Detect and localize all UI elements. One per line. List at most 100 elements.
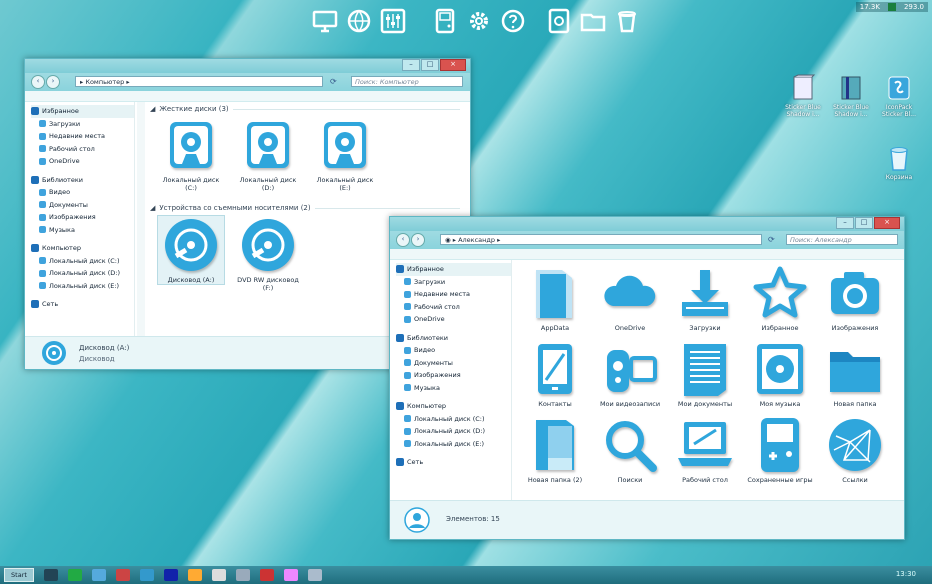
folder-item[interactable]: Новая папка	[822, 340, 888, 408]
nav-item[interactable]: OneDrive	[31, 155, 134, 168]
folder-item[interactable]: Рабочий стол	[672, 416, 738, 484]
nav-item[interactable]: OneDrive	[396, 313, 511, 326]
start-button[interactable]: Start	[4, 568, 34, 582]
nav-item[interactable]: Документы	[31, 199, 134, 212]
forward-button[interactable]: ›	[411, 233, 425, 247]
drive-icon[interactable]	[546, 8, 572, 34]
taskbar-app-icon[interactable]	[236, 569, 250, 581]
folder-item[interactable]: Изображения	[822, 264, 888, 332]
folder-item[interactable]: Контакты	[522, 340, 588, 408]
nav-item[interactable]: Библиотеки	[31, 174, 134, 187]
trash-icon[interactable]	[614, 8, 640, 34]
window-titlebar[interactable]: – □ ×	[25, 59, 470, 73]
taskbar-app-icon[interactable]	[92, 569, 106, 581]
desktop-icon-sticker-2[interactable]: Sticker Blue Shadow i...	[829, 74, 873, 118]
monitor-icon[interactable]	[312, 8, 338, 34]
nav-item[interactable]: Рабочий стол	[31, 143, 134, 156]
nav-item[interactable]: Изображения	[396, 369, 511, 382]
user-folder-window[interactable]: – □ × ‹ › ◉ ▸ Александр ▸ ⟳ Поиск: Алекс…	[389, 216, 905, 540]
nav-item[interactable]: Музыка	[396, 382, 511, 395]
folder-item[interactable]: Избранное	[747, 264, 813, 332]
folder-item[interactable]: AppData	[522, 264, 588, 332]
desktop-icon-iconpack[interactable]: IconPack Sticker Bl...	[877, 74, 921, 118]
folder-item[interactable]: Поиски	[597, 416, 663, 484]
floppy-drive-tile[interactable]: Дисковод (A:)	[157, 215, 225, 285]
nav-item[interactable]: Загрузки	[31, 118, 134, 131]
nav-item[interactable]: Изображения	[31, 211, 134, 224]
taskbar-app-icon[interactable]	[212, 569, 226, 581]
taskbar-app-icon[interactable]	[308, 569, 322, 581]
nav-item[interactable]: Локальный диск (C:)	[396, 413, 511, 426]
folder-item[interactable]: Моя музыка	[747, 340, 813, 408]
folder-icon[interactable]	[580, 8, 606, 34]
nav-item[interactable]: Локальный диск (E:)	[31, 280, 134, 293]
nav-item[interactable]: Рабочий стол	[396, 301, 511, 314]
gameboy-icon[interactable]	[432, 8, 458, 34]
group-header-removable[interactable]: ◢ Устройства со съемными носителями (2)	[150, 204, 460, 212]
close-button[interactable]: ×	[440, 59, 466, 71]
nav-item[interactable]: Недавние места	[31, 130, 134, 143]
search-input[interactable]: Поиск: Компьютер	[351, 76, 463, 87]
nav-scrollbar[interactable]	[137, 102, 145, 337]
nav-item[interactable]: Сеть	[396, 456, 511, 469]
folder-item[interactable]: OneDrive	[597, 264, 663, 332]
nav-item[interactable]: Избранное	[396, 263, 511, 276]
nav-item[interactable]: Видео	[396, 344, 511, 357]
desktop-icon-sticker-1[interactable]: Sticker Blue Shadow i...	[781, 74, 825, 118]
folder-item[interactable]: Новая папка (2)	[522, 416, 588, 484]
nav-item[interactable]: Избранное	[31, 105, 134, 118]
globe-icon[interactable]	[346, 8, 372, 34]
taskbar-app-icon[interactable]	[188, 569, 202, 581]
refresh-button[interactable]: ⟳	[330, 76, 340, 87]
nav-item[interactable]: Библиотеки	[396, 332, 511, 345]
folder-item[interactable]: Мои видеозаписи	[597, 340, 663, 408]
back-button[interactable]: ‹	[31, 75, 45, 89]
nav-item[interactable]: Компьютер	[31, 242, 134, 255]
folder-item[interactable]: Мои документы	[672, 340, 738, 408]
taskbar-app-icon[interactable]	[284, 569, 298, 581]
folder-item[interactable]: Сохраненные игры	[747, 416, 813, 484]
dvd-drive-tile[interactable]: DVD RW дисковод (F:)	[235, 216, 301, 292]
details-type: Дисковод	[79, 355, 115, 363]
settings-gear-icon[interactable]	[466, 8, 492, 34]
local-disk-tile[interactable]: Локальный диск (D:)	[235, 116, 301, 192]
folder-item[interactable]: Ссылки	[822, 416, 888, 484]
taskbar-app-icon[interactable]	[164, 569, 178, 581]
nav-item[interactable]: Локальный диск (D:)	[31, 267, 134, 280]
close-button[interactable]: ×	[874, 217, 900, 229]
taskbar-app-icon[interactable]	[44, 569, 58, 581]
nav-item[interactable]: Недавние места	[396, 288, 511, 301]
nav-item[interactable]: Локальный диск (C:)	[31, 255, 134, 268]
search-input[interactable]: Поиск: Александр	[786, 234, 898, 245]
refresh-button[interactable]: ⟳	[768, 234, 778, 245]
window-titlebar[interactable]: – □ ×	[390, 217, 904, 231]
nav-item[interactable]: Загрузки	[396, 276, 511, 289]
address-bar[interactable]: ◉ ▸ Александр ▸	[440, 234, 762, 245]
nav-item-label: Сеть	[42, 300, 59, 309]
minimize-button[interactable]: –	[402, 59, 420, 71]
folder-item[interactable]: Загрузки	[672, 264, 738, 332]
nav-item[interactable]: Видео	[31, 186, 134, 199]
taskbar-app-icon[interactable]	[140, 569, 154, 581]
address-bar[interactable]: ▸ Компьютер ▸	[75, 76, 323, 87]
nav-item[interactable]: Сеть	[31, 298, 134, 311]
taskbar-app-icon[interactable]	[68, 569, 82, 581]
taskbar-app-icon[interactable]	[116, 569, 130, 581]
nav-item[interactable]: Документы	[396, 357, 511, 370]
help-icon[interactable]	[500, 8, 526, 34]
group-header-hdd[interactable]: ◢ Жесткие диски (3)	[150, 105, 460, 113]
local-disk-tile[interactable]: Локальный диск (E:)	[312, 116, 378, 192]
desktop-icon-recycle-bin[interactable]: Корзина	[877, 144, 921, 181]
equalizer-icon[interactable]	[380, 8, 406, 34]
minimize-button[interactable]: –	[836, 217, 854, 229]
nav-item[interactable]: Компьютер	[396, 400, 511, 413]
maximize-button[interactable]: □	[855, 217, 873, 229]
nav-item[interactable]: Локальный диск (D:)	[396, 425, 511, 438]
nav-item[interactable]: Музыка	[31, 224, 134, 237]
taskbar-app-icon[interactable]	[260, 569, 274, 581]
back-button[interactable]: ‹	[396, 233, 410, 247]
local-disk-tile[interactable]: Локальный диск (C:)	[158, 116, 224, 192]
forward-button[interactable]: ›	[46, 75, 60, 89]
maximize-button[interactable]: □	[421, 59, 439, 71]
nav-item[interactable]: Локальный диск (E:)	[396, 438, 511, 451]
